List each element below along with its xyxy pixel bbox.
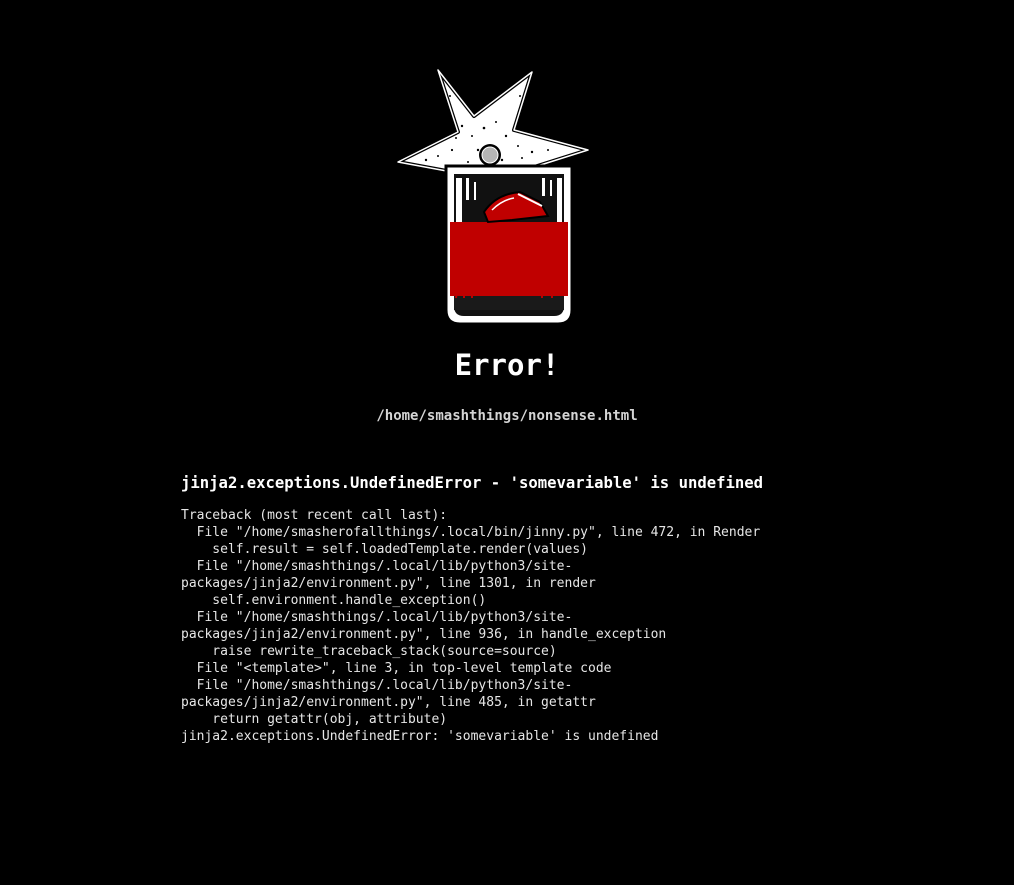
traceback-line: raise rewrite_traceback_stack(source=sou… [181, 644, 557, 659]
shuriken-glass-logo [392, 66, 592, 328]
page-title: Error! [454, 348, 560, 382]
traceback-line: return getattr(obj, attribute) [181, 712, 448, 727]
traceback-line: File "/home/smasherofallthings/.local/bi… [181, 525, 761, 540]
traceback-line: self.result = self.loadedTemplate.render… [181, 542, 588, 557]
traceback-line: File "/home/smashthings/.local/lib/pytho… [181, 559, 573, 574]
traceback-line: self.environment.handle_exception() [181, 593, 487, 608]
traceback-line: File "<template>", line 3, in top-level … [181, 661, 612, 676]
traceback-line: jinja2.exceptions.UndefinedError: 'somev… [181, 729, 659, 744]
traceback-line: packages/jinja2/environment.py", line 93… [181, 627, 667, 642]
traceback: Traceback (most recent call last): File … [181, 507, 981, 745]
traceback-line: File "/home/smashthings/.local/lib/pytho… [181, 678, 573, 693]
traceback-line: packages/jinja2/environment.py", line 13… [181, 576, 596, 591]
traceback-line: File "/home/smashthings/.local/lib/pytho… [181, 610, 573, 625]
traceback-line: packages/jinja2/environment.py", line 48… [181, 695, 596, 710]
error-heading: jinja2.exceptions.UndefinedError - 'some… [181, 474, 764, 492]
template-path: /home/smashthings/nonsense.html [376, 408, 638, 424]
traceback-line: Traceback (most recent call last): [181, 508, 448, 523]
